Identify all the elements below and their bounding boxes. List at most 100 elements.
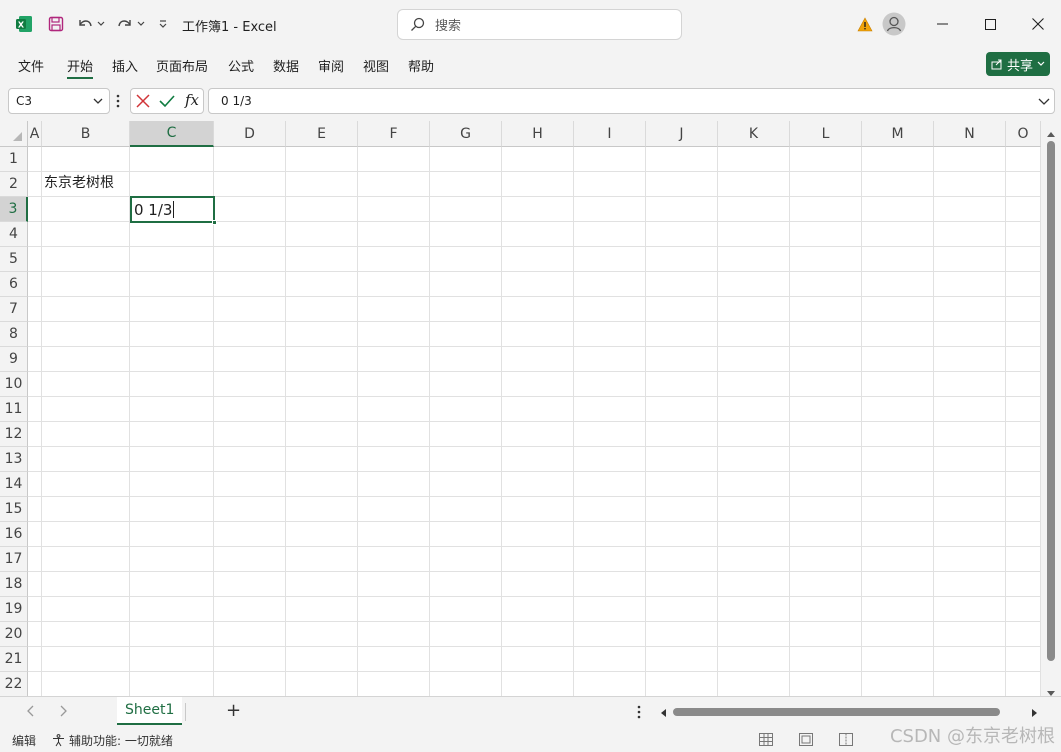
- row-header-13[interactable]: 13: [0, 447, 28, 472]
- formula-value: 0 1/3: [221, 94, 252, 108]
- row-header-18[interactable]: 18: [0, 572, 28, 597]
- formula-bar: C3 fx 0 1/3: [0, 84, 1061, 118]
- fill-handle[interactable]: [212, 220, 217, 225]
- column-header-a[interactable]: A: [28, 121, 42, 147]
- tab-page-layout[interactable]: 页面布局: [156, 54, 208, 77]
- window-title: 工作簿1 - Excel: [182, 20, 277, 35]
- redo-icon[interactable]: [114, 0, 136, 48]
- row-header-12[interactable]: 12: [0, 422, 28, 447]
- cancel-icon[interactable]: [136, 94, 150, 112]
- excel-logo-icon: X: [12, 0, 36, 48]
- name-box[interactable]: C3: [8, 88, 110, 114]
- close-button[interactable]: [1015, 0, 1061, 48]
- enter-check-icon[interactable]: [159, 94, 175, 112]
- active-cell-c3[interactable]: 0 1/3: [130, 196, 217, 225]
- accessibility-status[interactable]: 辅助功能: 一切就绪: [52, 732, 173, 749]
- vertical-scroll-thumb[interactable]: [1047, 141, 1055, 661]
- row-header-7[interactable]: 7: [0, 297, 28, 322]
- row-header-11[interactable]: 11: [0, 397, 28, 422]
- column-header-c[interactable]: C: [130, 121, 214, 147]
- search-icon: [410, 17, 425, 32]
- row-header-8[interactable]: 8: [0, 322, 28, 347]
- page-layout-view-icon[interactable]: [799, 733, 813, 749]
- horizontal-scroll-thumb[interactable]: [673, 708, 1000, 716]
- tab-data[interactable]: 数据: [273, 54, 299, 77]
- row-header-16[interactable]: 16: [0, 522, 28, 547]
- column-header-m[interactable]: M: [862, 121, 934, 147]
- undo-dropdown-icon[interactable]: [96, 0, 106, 48]
- row-header-2[interactable]: 2: [0, 172, 28, 197]
- column-header-i[interactable]: I: [574, 121, 646, 147]
- normal-view-icon[interactable]: [759, 733, 773, 749]
- page-break-view-icon[interactable]: [839, 733, 853, 749]
- row-header-22[interactable]: 22: [0, 672, 28, 696]
- more-sheets-icon[interactable]: [637, 705, 641, 723]
- formula-input[interactable]: 0 1/3: [208, 88, 1055, 114]
- sheet-tab-sheet1[interactable]: Sheet1: [117, 697, 183, 725]
- share-button[interactable]: 共享: [986, 52, 1050, 76]
- column-header-j[interactable]: J: [646, 121, 718, 147]
- row-header-20[interactable]: 20: [0, 622, 28, 647]
- divider: [185, 703, 186, 721]
- tab-home[interactable]: 开始: [67, 54, 94, 79]
- next-sheet-icon[interactable]: [60, 705, 68, 721]
- row-header-10[interactable]: 10: [0, 372, 28, 397]
- row-header-9[interactable]: 9: [0, 347, 28, 372]
- select-all-corner[interactable]: [0, 121, 28, 147]
- expand-formula-icon[interactable]: [1038, 94, 1050, 111]
- row-header-1[interactable]: 1: [0, 147, 28, 172]
- scroll-down-icon[interactable]: [1046, 686, 1056, 696]
- column-header-l[interactable]: L: [790, 121, 862, 147]
- tab-help[interactable]: 帮助: [408, 54, 434, 77]
- minimize-button[interactable]: [919, 0, 965, 48]
- tab-file[interactable]: 文件: [18, 54, 44, 77]
- row-header-15[interactable]: 15: [0, 497, 28, 522]
- column-header-o[interactable]: O: [1006, 121, 1041, 147]
- more-options-icon[interactable]: [116, 94, 120, 112]
- row-header-6[interactable]: 6: [0, 272, 28, 297]
- column-header-f[interactable]: F: [358, 121, 430, 147]
- name-box-value: C3: [16, 94, 33, 108]
- column-header-g[interactable]: G: [430, 121, 502, 147]
- maximize-button[interactable]: [967, 0, 1013, 48]
- tab-view[interactable]: 视图: [363, 54, 389, 77]
- svg-text:X: X: [18, 20, 25, 29]
- avatar[interactable]: [880, 0, 908, 48]
- insert-function-icon[interactable]: fx: [185, 91, 199, 109]
- customize-toolbar-icon[interactable]: [155, 0, 171, 48]
- tab-review[interactable]: 审阅: [318, 54, 344, 77]
- chevron-down-icon[interactable]: [93, 94, 103, 111]
- row-header-3[interactable]: 3: [0, 197, 28, 222]
- spreadsheet-grid[interactable]: ABCDEFGHIJKLMNO 1 2 3 4 5 6 7 8 9 10 11 12 13 14 15 16 1…: [0, 121, 1061, 696]
- warning-icon[interactable]: [855, 0, 875, 48]
- ribbon-tabs: 文件 开始 插入 页面布局 公式 数据 审阅 视图 帮助: [0, 48, 1061, 80]
- column-header-e[interactable]: E: [286, 121, 358, 147]
- scroll-up-icon[interactable]: [1046, 127, 1056, 142]
- search-input[interactable]: 搜索: [397, 9, 682, 40]
- prev-sheet-icon[interactable]: [26, 705, 34, 721]
- add-sheet-button[interactable]: +: [226, 700, 241, 721]
- cell-b2[interactable]: 东京老树根: [44, 172, 114, 192]
- row-header-21[interactable]: 21: [0, 647, 28, 672]
- undo-icon[interactable]: [74, 0, 96, 48]
- column-header-h[interactable]: H: [502, 121, 574, 147]
- column-header-d[interactable]: D: [214, 121, 286, 147]
- row-header-17[interactable]: 17: [0, 547, 28, 572]
- row-header-19[interactable]: 19: [0, 597, 28, 622]
- tab-insert[interactable]: 插入: [112, 54, 138, 77]
- row-header-5[interactable]: 5: [0, 247, 28, 272]
- column-header-n[interactable]: N: [934, 121, 1006, 147]
- accessibility-label: 辅助功能: 一切就绪: [69, 733, 173, 748]
- vertical-scrollbar[interactable]: [1041, 121, 1061, 696]
- share-label: 共享: [1006, 58, 1033, 74]
- scroll-right-icon[interactable]: [1031, 707, 1038, 722]
- scroll-left-icon[interactable]: [660, 707, 667, 722]
- column-header-b[interactable]: B: [42, 121, 130, 147]
- row-header-14[interactable]: 14: [0, 472, 28, 497]
- redo-dropdown-icon[interactable]: [136, 0, 146, 48]
- save-icon[interactable]: [45, 0, 67, 48]
- row-header-4[interactable]: 4: [0, 222, 28, 247]
- share-icon: [991, 58, 1003, 70]
- column-header-k[interactable]: K: [718, 121, 790, 147]
- tab-formulas[interactable]: 公式: [228, 54, 254, 77]
